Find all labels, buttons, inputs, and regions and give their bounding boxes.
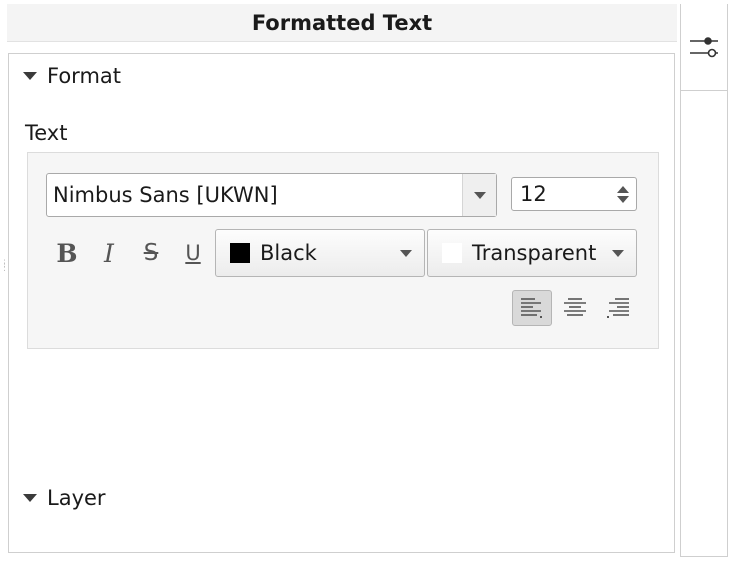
properties-tab[interactable] bbox=[681, 4, 727, 91]
font-color-dropdown[interactable]: Black bbox=[215, 229, 425, 277]
spin-down-icon[interactable] bbox=[617, 195, 629, 203]
sidebar-tab-bar bbox=[680, 4, 728, 557]
panel-resize-grip[interactable]: ⋮ ⋮ bbox=[0, 260, 9, 302]
layer-section-toggle[interactable]: Layer bbox=[23, 486, 106, 510]
align-left-icon bbox=[521, 298, 542, 318]
expanded-triangle-icon bbox=[23, 494, 37, 502]
font-name-input[interactable] bbox=[47, 174, 462, 216]
spin-up-icon[interactable] bbox=[617, 185, 629, 193]
font-name-combobox[interactable] bbox=[46, 173, 497, 217]
chevron-down-icon bbox=[473, 191, 486, 199]
chevron-down-icon bbox=[400, 249, 412, 257]
font-size-spin-buttons[interactable] bbox=[610, 178, 636, 210]
format-section-toggle[interactable]: Format bbox=[23, 64, 121, 88]
font-color-swatch bbox=[230, 243, 250, 263]
align-center-button[interactable] bbox=[555, 290, 595, 326]
font-size-spinbox[interactable]: 12 bbox=[511, 177, 637, 211]
layer-section-label: Layer bbox=[47, 486, 106, 510]
background-color-label: Transparent bbox=[472, 241, 597, 265]
align-right-icon bbox=[607, 298, 629, 318]
bold-button[interactable]: B bbox=[52, 236, 82, 270]
font-size-value[interactable]: 12 bbox=[512, 178, 610, 210]
font-name-dropdown-button[interactable] bbox=[462, 174, 496, 216]
italic-button[interactable]: I bbox=[94, 236, 124, 270]
text-group-label: Text bbox=[25, 121, 68, 145]
panel-title: Formatted Text bbox=[7, 4, 677, 42]
panel-title-text: Formatted Text bbox=[251, 10, 433, 35]
format-section-label: Format bbox=[47, 64, 122, 88]
strikethrough-button[interactable]: S bbox=[136, 236, 166, 270]
background-color-dropdown[interactable]: Transparent bbox=[427, 229, 637, 277]
align-left-button[interactable] bbox=[512, 290, 552, 326]
properties-panel: Format Text 12 B I S U Black Tran bbox=[8, 53, 675, 553]
sliders-icon bbox=[690, 37, 718, 58]
underline-button[interactable]: U bbox=[178, 236, 208, 270]
expanded-triangle-icon bbox=[23, 72, 37, 80]
text-format-group: 12 B I S U Black Transparent bbox=[27, 152, 659, 349]
font-color-label: Black bbox=[260, 241, 317, 265]
align-center-icon bbox=[564, 298, 586, 316]
background-color-swatch bbox=[442, 243, 462, 263]
align-right-button[interactable] bbox=[598, 290, 638, 326]
chevron-down-icon bbox=[612, 249, 624, 257]
